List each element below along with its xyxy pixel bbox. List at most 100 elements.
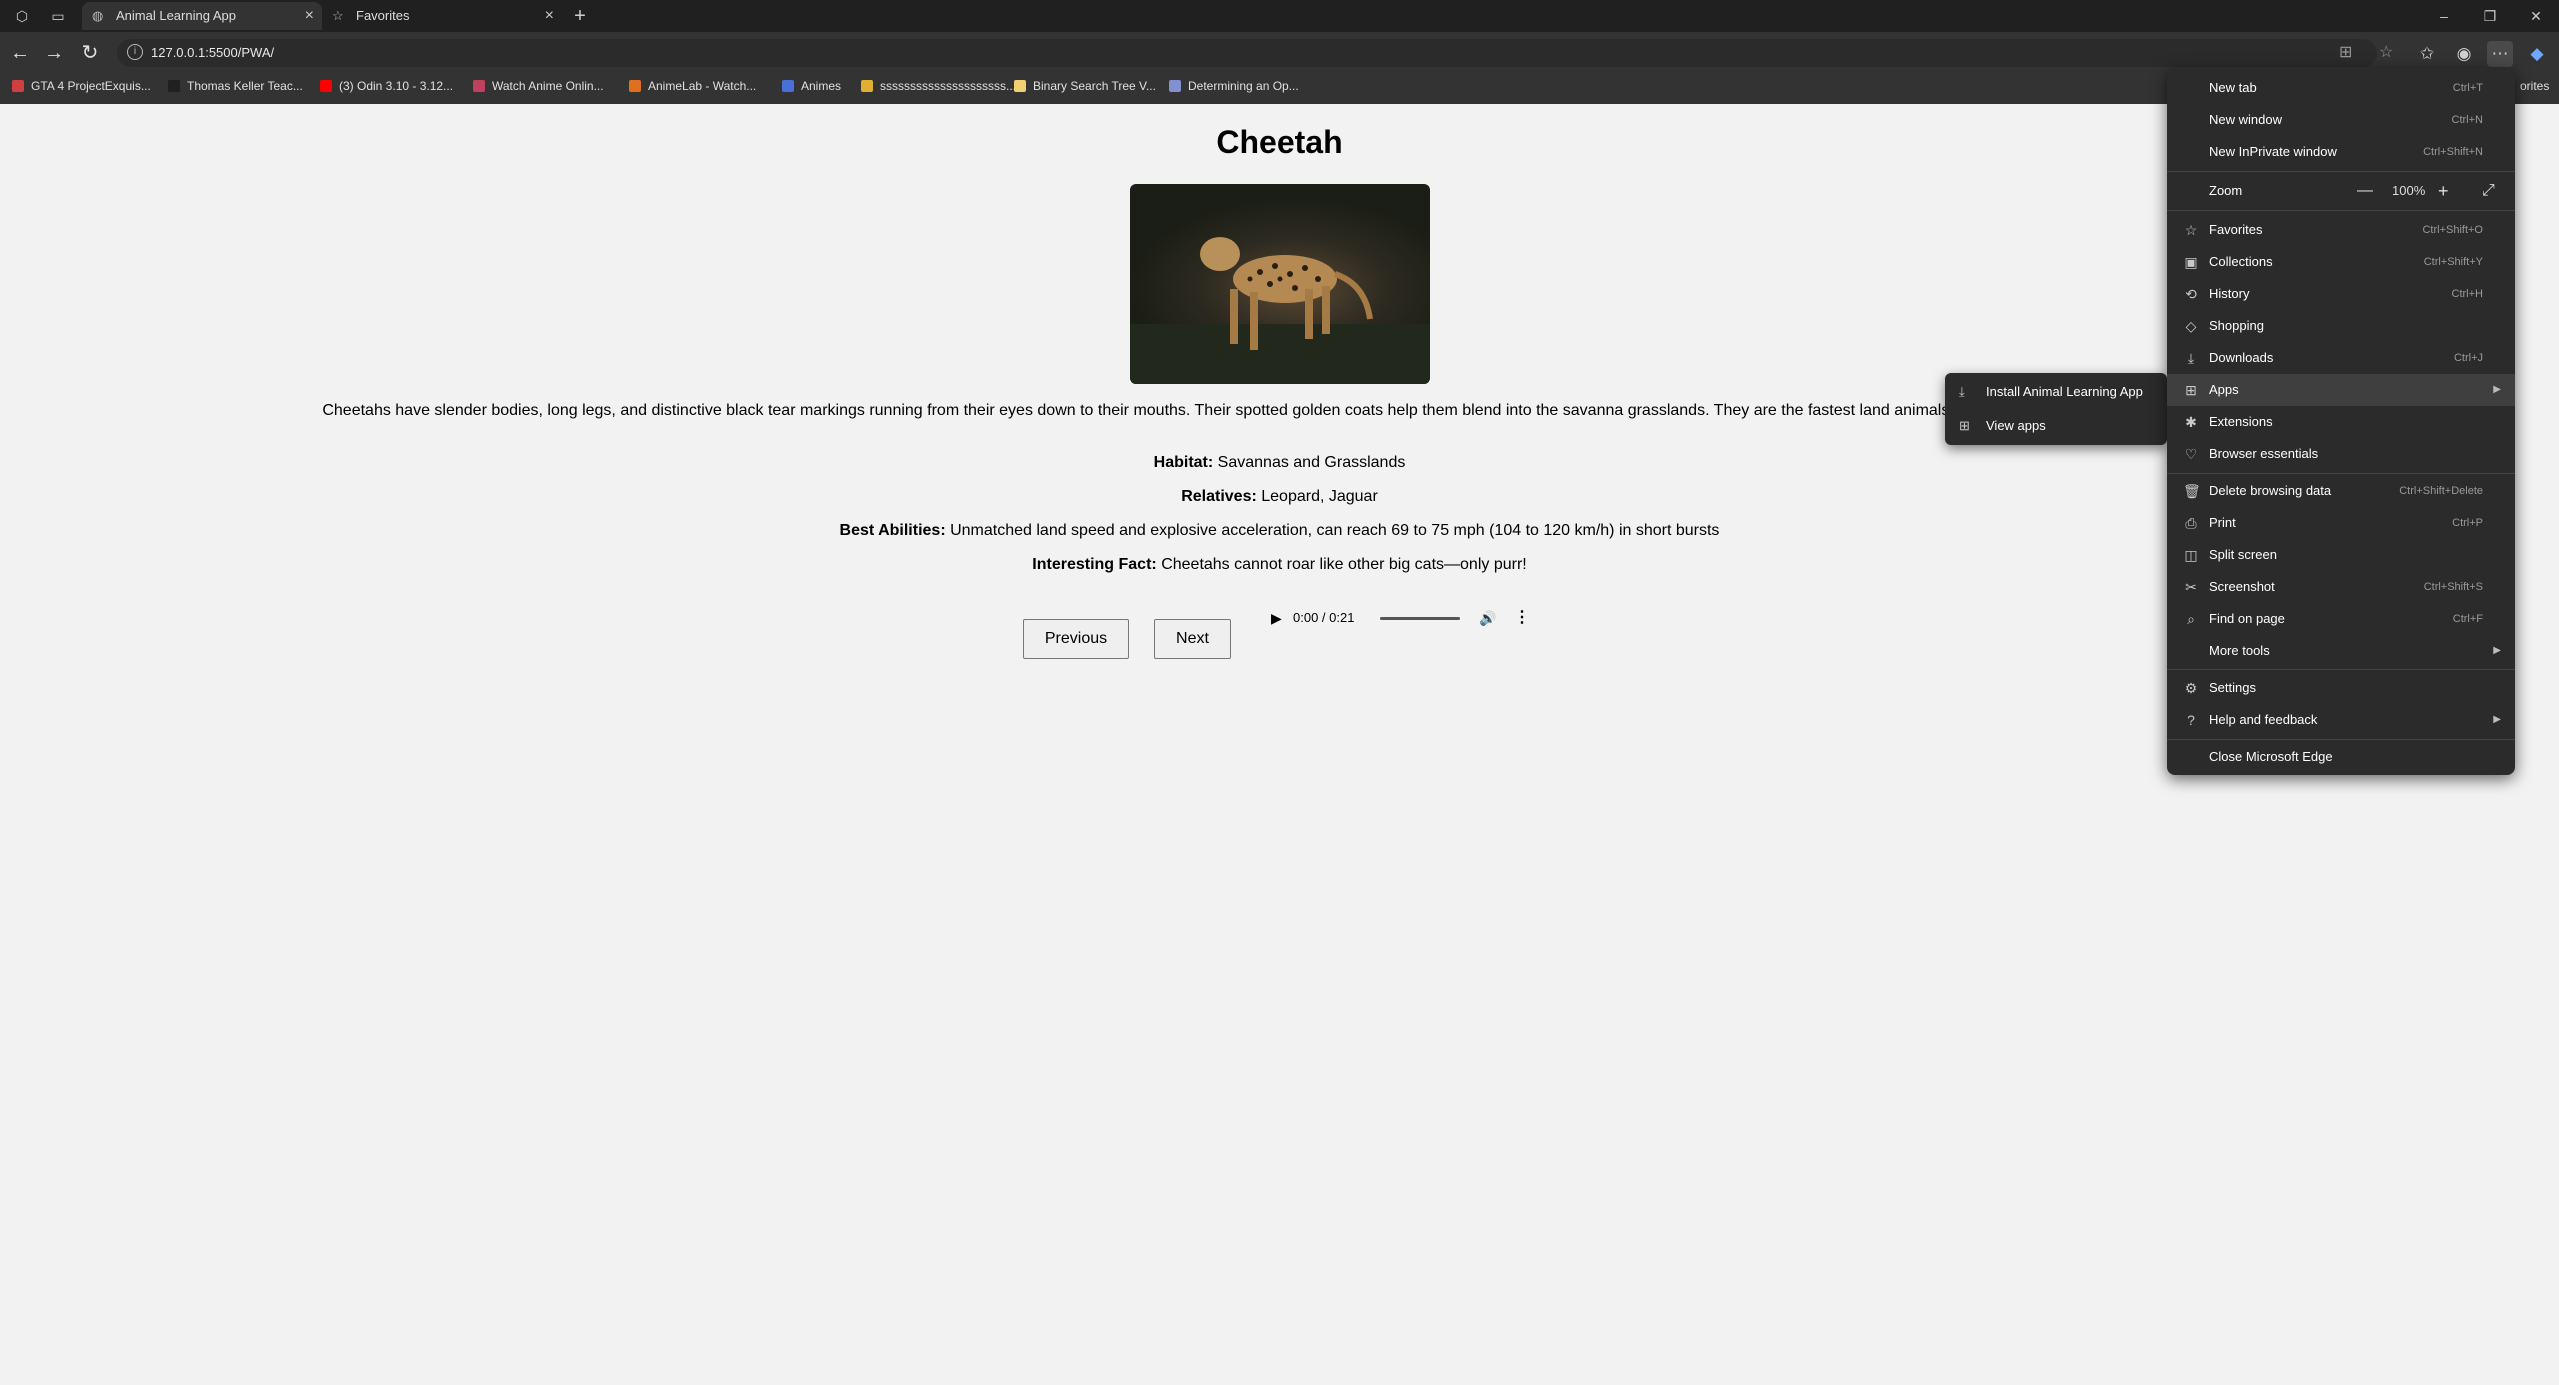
trash-icon: 🗑 — [2183, 483, 2201, 499]
tab-favorites[interactable]: ☆ Favorites × — [322, 2, 562, 30]
menu-find-on-page[interactable]: ⌕ Find on page Ctrl+F — [2167, 603, 2515, 635]
gear-icon: ⚙ — [2184, 680, 2198, 696]
profile-icon[interactable]: ◉ — [2451, 41, 2477, 67]
menu-divider — [2167, 210, 2515, 211]
bookmark-item[interactable]: Determining an Op... — [1169, 74, 1299, 98]
menu-print[interactable]: ⎙ Print Ctrl+P — [2167, 507, 2515, 539]
download-icon: ⤓ — [2187, 350, 2195, 366]
close-tab-icon[interactable]: × — [545, 2, 554, 30]
audio-seek-bar[interactable] — [1380, 617, 1460, 620]
menu-help-and-feedback[interactable]: ? Help and feedback ▶ — [2167, 704, 2515, 736]
next-button[interactable]: Next — [1154, 619, 1231, 659]
site-info-icon[interactable]: i — [127, 44, 143, 60]
menu-downloads[interactable]: ⤓ Downloads Ctrl+J — [2167, 342, 2515, 374]
install-app-item[interactable]: ⤓ Install Animal Learning App — [1945, 375, 2167, 409]
forward-icon[interactable]: → — [42, 41, 66, 65]
bookmark-favicon — [782, 80, 794, 92]
view-apps-item[interactable]: ⊞ View apps — [1945, 409, 2167, 443]
tab-strip: ⬡ ▭ ◍ Animal Learning App × ☆ Favorites … — [0, 0, 2559, 32]
restore-icon[interactable]: ❐ — [2467, 0, 2513, 32]
play-icon[interactable]: ▶ — [1271, 608, 1282, 628]
address-bar[interactable]: i 127.0.0.1:5500/PWA/ ⊞ ☆ — [117, 39, 2393, 67]
menu-screenshot[interactable]: ✂ Screenshot Ctrl+Shift+S — [2167, 571, 2515, 603]
menu-favorites[interactable]: ☆ Favorites Ctrl+Shift+O — [2167, 214, 2515, 246]
youtube-icon — [320, 80, 332, 92]
url-text[interactable]: 127.0.0.1:5500/PWA/ — [151, 39, 274, 67]
apps-grid-icon: ⊞ — [2185, 382, 2197, 398]
settings-menu: New tab Ctrl+T New window Ctrl+N New InPri… — [2167, 68, 2515, 775]
workspaces-icon[interactable]: ⬡ — [10, 4, 34, 28]
app-available-icon[interactable]: ⊞ — [2339, 41, 2352, 65]
chevron-right-icon: ▶ — [2493, 645, 2501, 656]
menu-new-inprivate-window[interactable]: New InPrivate window Ctrl+Shift+N — [2167, 136, 2515, 168]
bookmark-item[interactable]: AnimeLab - Watch... — [629, 74, 756, 98]
bookmark-item[interactable]: Watch Anime Onlin... — [473, 74, 604, 98]
apps-submenu: ⤓ Install Animal Learning App ⊞ View app… — [1945, 373, 2167, 445]
shopping-tag-icon: ◇ — [2185, 318, 2197, 334]
minimize-icon[interactable]: – — [2421, 0, 2467, 32]
menu-extensions[interactable]: ✱ Extensions — [2167, 406, 2515, 438]
find-icon: ⌕ — [2187, 611, 2195, 627]
copilot-icon[interactable]: ◆ — [2524, 41, 2550, 67]
menu-collections[interactable]: ▣ Collections Ctrl+Shift+Y — [2167, 246, 2515, 278]
zoom-level: 100% — [2392, 183, 2426, 198]
tab-animal-learning-app[interactable]: ◍ Animal Learning App × — [82, 2, 322, 30]
menu-zoom: Zoom — 100% + ⤢ — [2167, 175, 2515, 207]
close-tab-icon[interactable]: × — [305, 2, 314, 30]
zoom-out-icon[interactable]: — — [2357, 175, 2373, 207]
new-tab-icon[interactable]: + — [568, 4, 592, 28]
star-icon: ☆ — [332, 8, 344, 23]
menu-delete-browsing-data[interactable]: 🗑 Delete browsing data Ctrl+Shift+Delete — [2167, 475, 2515, 507]
audio-more-icon[interactable]: ⋮ — [1514, 608, 1530, 628]
menu-divider — [2167, 669, 2515, 670]
previous-button[interactable]: Previous — [1023, 619, 1129, 659]
settings-more-icon[interactable]: ⋯ — [2487, 41, 2513, 67]
fullscreen-icon[interactable]: ⤢ — [2482, 175, 2495, 207]
globe-icon: ◍ — [92, 8, 104, 23]
animal-photo — [1130, 184, 1430, 384]
heart-pulse-icon: ♡ — [2184, 446, 2198, 462]
bookmark-item[interactable]: Thomas Keller Teac... — [168, 74, 303, 98]
bookmark-favicon — [12, 80, 24, 92]
bookmark-favicon — [473, 80, 485, 92]
collections-icon: ▣ — [2184, 254, 2198, 270]
volume-icon[interactable]: 🔊 — [1479, 608, 1496, 628]
bookmark-item[interactable]: Binary Search Tree V... — [1014, 74, 1156, 98]
bookmark-favicon — [1014, 80, 1026, 92]
menu-settings[interactable]: ⚙ Settings — [2167, 672, 2515, 704]
close-window-icon[interactable]: ✕ — [2513, 0, 2559, 32]
menu-new-window[interactable]: New window Ctrl+N — [2167, 104, 2515, 136]
printer-icon: ⎙ — [2185, 515, 2197, 531]
extensions-icon: ✱ — [2185, 414, 2197, 430]
menu-divider — [2167, 473, 2515, 474]
add-favorite-icon[interactable]: ☆ — [2379, 41, 2393, 65]
other-favorites[interactable]: orites — [2520, 74, 2549, 98]
star-icon: ☆ — [2184, 222, 2198, 238]
menu-apps[interactable]: ⊞ Apps ▶ — [2167, 374, 2515, 406]
menu-more-tools[interactable]: More tools ▶ — [2167, 635, 2515, 667]
back-icon[interactable]: ← — [8, 41, 32, 65]
bookmark-item[interactable]: sssssssssssssssssssss... — [861, 74, 1016, 98]
scissors-icon: ✂ — [2185, 579, 2197, 595]
bookmark-item[interactable]: GTA 4 ProjectExquis... — [12, 74, 151, 98]
menu-split-screen[interactable]: ◫ Split screen — [2167, 539, 2515, 571]
menu-history[interactable]: ⟲ History Ctrl+H — [2167, 278, 2515, 310]
chevron-right-icon: ▶ — [2493, 714, 2501, 725]
menu-close-edge[interactable]: Close Microsoft Edge — [2167, 741, 2515, 773]
menu-divider — [2167, 739, 2515, 740]
zoom-in-icon[interactable]: + — [2438, 175, 2449, 207]
bookmark-favicon — [861, 80, 873, 92]
vertical-tabs-icon[interactable]: ▭ — [46, 4, 70, 28]
menu-shopping[interactable]: ◇ Shopping — [2167, 310, 2515, 342]
bookmark-item[interactable]: Animes — [782, 74, 841, 98]
apps-grid-icon: ⊞ — [1959, 418, 1970, 433]
bookmark-item[interactable]: (3) Odin 3.10 - 3.12... — [320, 74, 453, 98]
bookmark-favicon — [629, 80, 641, 92]
favorites-icon[interactable]: ✩ — [2414, 41, 2440, 67]
refresh-icon[interactable]: ↻ — [78, 41, 102, 65]
audio-time: 0:00 / 0:21 — [1293, 610, 1355, 625]
menu-new-tab[interactable]: New tab Ctrl+T — [2167, 72, 2515, 104]
audio-player: ▶ 0:00 / 0:21 🔊 ⋮ — [1259, 601, 1545, 635]
cheetah-image — [1130, 237, 1430, 384]
menu-browser-essentials[interactable]: ♡ Browser essentials — [2167, 438, 2515, 470]
